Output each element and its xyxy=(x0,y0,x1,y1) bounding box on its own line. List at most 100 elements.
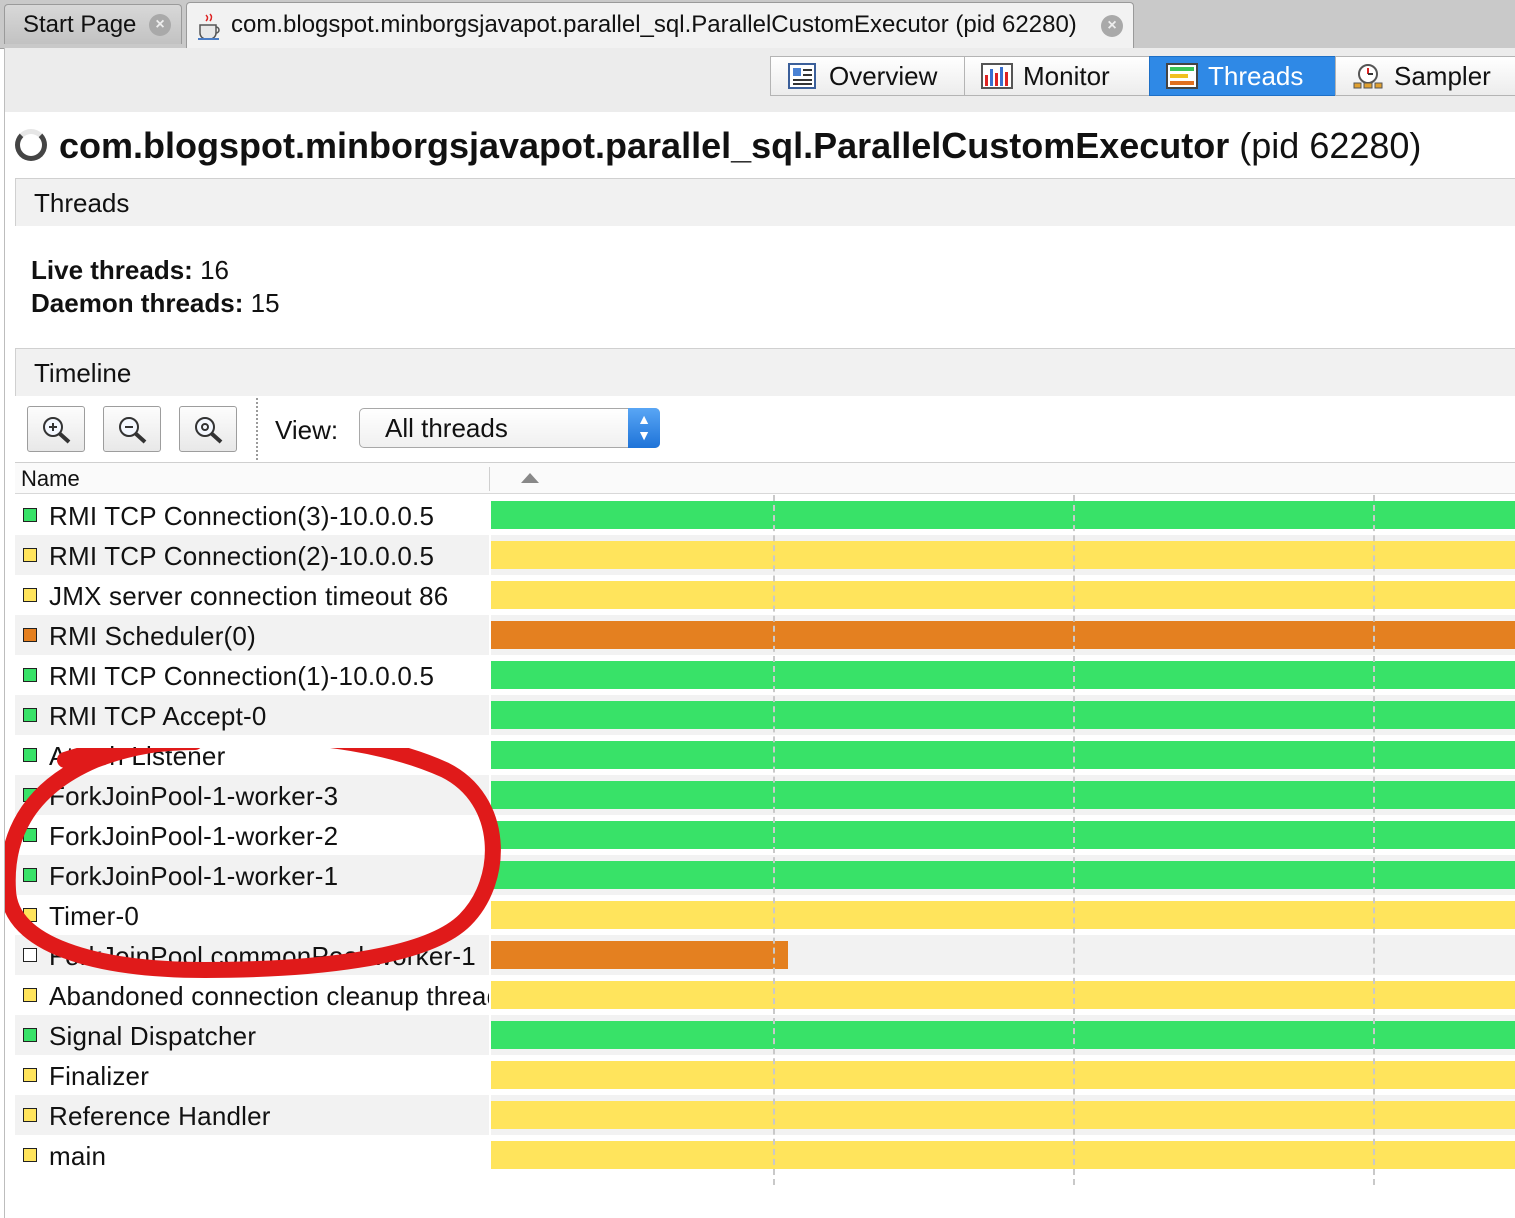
section-title: Timeline xyxy=(34,358,132,388)
thread-name-cell[interactable]: RMI Scheduler(0) xyxy=(15,615,489,655)
threads-icon xyxy=(1166,63,1198,89)
view-dropdown[interactable]: All threads ▲ ▼ xyxy=(359,408,660,448)
zoom-fit-button[interactable] xyxy=(179,406,237,452)
thread-state-bar xyxy=(491,901,1515,929)
thread-name-cell[interactable]: Timer-0 xyxy=(15,895,489,935)
thread-name: RMI TCP Accept-0 xyxy=(49,701,267,731)
thread-row[interactable]: ForkJoinPool-1-worker-1 xyxy=(15,855,1515,895)
sort-ascending-icon[interactable] xyxy=(521,473,539,483)
thread-stats: Live threads: 16 Daemon threads: 15 xyxy=(31,254,280,320)
thread-row[interactable]: main xyxy=(15,1135,1515,1175)
thread-state-icon xyxy=(23,788,37,802)
thread-name-cell[interactable]: ForkJoinPool-1-worker-1 xyxy=(15,855,489,895)
name-column-header[interactable]: Name xyxy=(21,465,80,493)
zoom-out-button[interactable] xyxy=(103,406,161,452)
thread-row[interactable]: RMI TCP Accept-0 xyxy=(15,695,1515,735)
thread-name: ForkJoinPool.commonPool-worker-1 xyxy=(49,941,476,971)
doc-tab-process[interactable]: com.blogspot.minborgsjavapot.parallel_sq… xyxy=(186,2,1134,48)
thread-timeline-cell[interactable] xyxy=(491,615,1515,655)
thread-row[interactable]: Abandoned connection cleanup thread xyxy=(15,975,1515,1015)
thread-timeline-cell[interactable] xyxy=(491,855,1515,895)
thread-timeline-cell[interactable] xyxy=(491,1055,1515,1095)
thread-name: Finalizer xyxy=(49,1061,150,1091)
column-divider[interactable] xyxy=(489,467,490,491)
thread-state-bar xyxy=(491,1101,1515,1129)
thread-row[interactable]: Timer-0 xyxy=(15,895,1515,935)
thread-timeline-cell[interactable] xyxy=(491,1135,1515,1175)
thread-timeline-cell[interactable] xyxy=(491,775,1515,815)
thread-row[interactable]: ForkJoinPool-1-worker-2 xyxy=(15,815,1515,855)
document-tab-bar: Start Page × com.blogspot.minborgsjavapo… xyxy=(0,0,1515,49)
thread-name: RMI TCP Connection(2)-10.0.0.5 xyxy=(49,541,435,571)
thread-name-cell[interactable]: Attach Listener xyxy=(15,735,489,775)
thread-name-cell[interactable]: Reference Handler xyxy=(15,1095,489,1135)
live-threads-line: Live threads: 16 xyxy=(31,254,280,287)
doc-tab-label: com.blogspot.minborgsjavapot.parallel_sq… xyxy=(231,11,1077,38)
thread-name: ForkJoinPool-1-worker-1 xyxy=(49,861,339,891)
thread-row[interactable]: RMI TCP Connection(1)-10.0.0.5 xyxy=(15,655,1515,695)
thread-state-icon xyxy=(23,948,37,962)
thread-state-bar xyxy=(491,741,1515,769)
thread-timeline-cell[interactable] xyxy=(491,1095,1515,1135)
thread-state-bar xyxy=(491,781,1515,809)
section-title: Threads xyxy=(34,188,130,218)
thread-row[interactable]: Attach Listener xyxy=(15,735,1515,775)
tab-threads[interactable]: Threads xyxy=(1149,56,1336,96)
live-threads-value: 16 xyxy=(200,255,229,285)
thread-name-cell[interactable]: Finalizer xyxy=(15,1055,489,1095)
thread-name-cell[interactable]: RMI TCP Connection(1)-10.0.0.5 xyxy=(15,655,489,695)
thread-timeline-cell[interactable] xyxy=(491,815,1515,855)
thread-row[interactable]: Signal Dispatcher xyxy=(15,1015,1515,1055)
thread-row[interactable]: ForkJoinPool-1-worker-3 xyxy=(15,775,1515,815)
close-icon[interactable]: × xyxy=(1101,14,1123,37)
java-cup-icon xyxy=(198,13,220,40)
thread-timeline-cell[interactable] xyxy=(491,655,1515,695)
tab-sampler[interactable]: Sampler xyxy=(1335,56,1515,96)
thread-state-bar xyxy=(491,501,1515,529)
thread-timeline-cell[interactable] xyxy=(491,735,1515,775)
thread-name-cell[interactable]: ForkJoinPool-1-worker-3 xyxy=(15,775,489,815)
thread-timeline-cell[interactable] xyxy=(491,695,1515,735)
thread-state-icon xyxy=(23,908,37,922)
thread-name-cell[interactable]: ForkJoinPool.commonPool-worker-1 xyxy=(15,935,489,975)
process-name: com.blogspot.minborgsjavapot.parallel_sq… xyxy=(59,125,1230,166)
thread-name-cell[interactable]: Abandoned connection cleanup thread xyxy=(15,975,489,1015)
thread-state-bar xyxy=(491,541,1515,569)
thread-row[interactable]: ForkJoinPool.commonPool-worker-1 xyxy=(15,935,1515,975)
thread-row[interactable]: RMI TCP Connection(3)-10.0.0.5 xyxy=(15,495,1515,535)
thread-name: RMI TCP Connection(1)-10.0.0.5 xyxy=(49,661,435,691)
thread-name: Signal Dispatcher xyxy=(49,1021,257,1051)
thread-row[interactable]: JMX server connection timeout 86 xyxy=(15,575,1515,615)
thread-state-bar xyxy=(491,941,788,969)
thread-row[interactable]: Reference Handler xyxy=(15,1095,1515,1135)
thread-timeline-cell[interactable] xyxy=(491,975,1515,1015)
thread-name-cell[interactable]: main xyxy=(15,1135,489,1175)
thread-timeline-cell[interactable] xyxy=(491,1015,1515,1055)
thread-name-cell[interactable]: ForkJoinPool-1-worker-2 xyxy=(15,815,489,855)
thread-name-cell[interactable]: Signal Dispatcher xyxy=(15,1015,489,1055)
tab-overview[interactable]: Overview xyxy=(770,56,965,96)
thread-name-cell[interactable]: RMI TCP Connection(2)-10.0.0.5 xyxy=(15,535,489,575)
close-icon[interactable]: × xyxy=(149,13,171,36)
thread-state-icon xyxy=(23,828,37,842)
thread-name-cell[interactable]: JMX server connection timeout 86 xyxy=(15,575,489,615)
thread-name-cell[interactable]: RMI TCP Accept-0 xyxy=(15,695,489,735)
daemon-threads-label: Daemon threads: xyxy=(31,288,244,318)
monitor-icon xyxy=(981,63,1013,89)
thread-state-bar xyxy=(491,1061,1515,1089)
thread-state-icon xyxy=(23,748,37,762)
thread-timeline-cell[interactable] xyxy=(491,935,1515,975)
zoom-in-button[interactable] xyxy=(27,406,85,452)
thread-timeline-cell[interactable] xyxy=(491,495,1515,535)
thread-timeline-cell[interactable] xyxy=(491,895,1515,935)
thread-timeline-cell[interactable] xyxy=(491,575,1515,615)
view-dropdown-value: All threads xyxy=(385,413,508,443)
thread-row[interactable]: RMI Scheduler(0) xyxy=(15,615,1515,655)
thread-row[interactable]: RMI TCP Connection(2)-10.0.0.5 xyxy=(15,535,1515,575)
thread-row[interactable]: Finalizer xyxy=(15,1055,1515,1095)
doc-tab-start-page[interactable]: Start Page × xyxy=(4,4,182,44)
thread-state-bar xyxy=(491,701,1515,729)
tab-monitor[interactable]: Monitor xyxy=(964,56,1151,96)
thread-name-cell[interactable]: RMI TCP Connection(3)-10.0.0.5 xyxy=(15,495,489,535)
thread-timeline-cell[interactable] xyxy=(491,535,1515,575)
